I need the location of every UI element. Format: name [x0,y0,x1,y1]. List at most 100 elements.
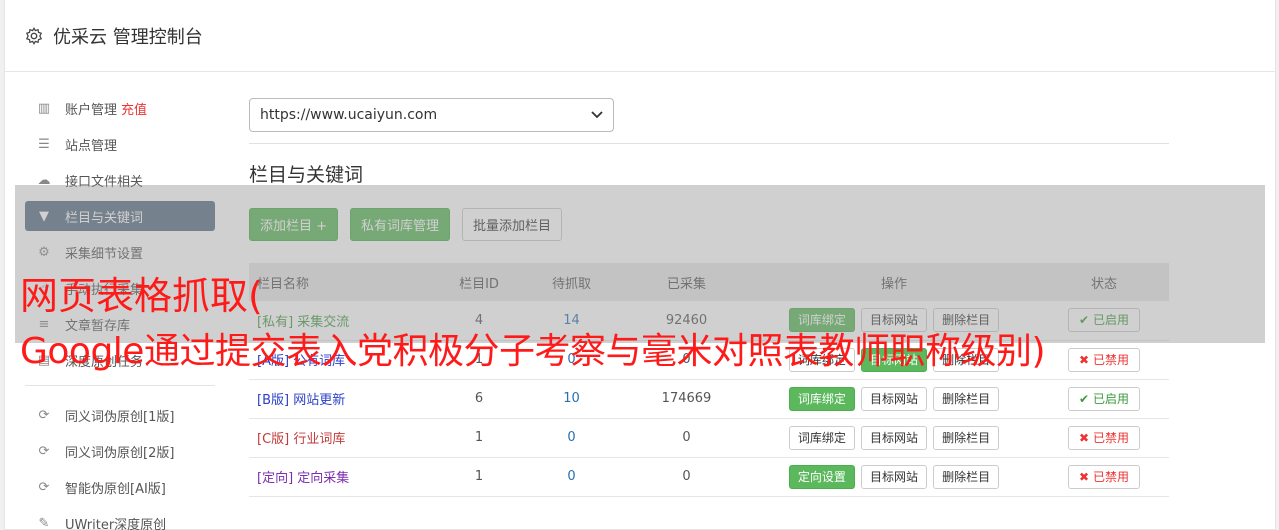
sidebar-item-label: 手动执行采集 [65,282,144,298]
site-select-value: https://www.ucaiyun.com [260,107,438,123]
refresh-icon: ⟳ [38,407,50,423]
pending-count[interactable]: 0 [519,418,624,458]
delete-column-button[interactable]: 删除栏目 [933,386,1000,411]
gear-icon [25,26,43,45]
status-toggle[interactable]: ✖ 已禁用 [1068,347,1140,372]
console-window: 优采云 管理控制台 ▥ 账户管理 充值 ☰ 站点管理 ☁ 接口文件相关 ▼ 栏目… [4,0,1276,530]
sidebar-item-account[interactable]: ▥ 账户管理 充值 [25,93,215,123]
status-toggle[interactable]: ✖ 已禁用 [1068,425,1140,450]
status-label: 已启用 [1092,313,1129,328]
sidebar-item-label: 账户管理 [65,102,118,118]
collected-count: 92460 [624,301,749,341]
sidebar-item-synonym-2[interactable]: ⟳ 同义词伪原创[2版] [25,436,215,466]
sidebar-item-article-store[interactable]: ≡ 文章暂存库 [25,309,215,339]
status-toggle[interactable]: ✔ 已启用 [1068,386,1140,411]
status-label: 已禁用 [1092,352,1129,367]
divider [249,143,1169,144]
sidebar-item-deep-original[interactable]: ▤ 深度原创任务 [25,345,215,375]
ops-cell: 词库绑定 目标网站 删除栏目 [749,418,1039,458]
column-name-link[interactable]: [B版] 网站更新 [249,379,439,419]
delete-column-button[interactable]: 删除栏目 [933,425,1000,450]
check-icon: ✔ [1079,391,1090,406]
private-lib-button[interactable]: 私有词库管理 [350,208,451,241]
collected-count: 0 [624,457,749,497]
status-cell: ✔ 已启用 [1039,301,1169,341]
sidebar-item-label: 同义词伪原创[1版] [65,409,175,425]
target-site-button[interactable]: 目标网站 [860,308,927,333]
sidebar-item-label: 深度原创任务 [65,354,144,370]
col-header-collected: 已采集 [624,263,749,301]
close-icon: ✖ [1079,352,1090,367]
pending-count[interactable]: 0 [519,457,624,497]
table-row: [A版] 公有词库 1 0 0 词库绑定 目标网站 删除栏目 ✖ 已禁用 [249,340,1169,380]
sidebar: ▥ 账户管理 充值 ☰ 站点管理 ☁ 接口文件相关 ▼ 栏目与关键词 ⚙ 采集细… [25,93,215,530]
page-title: 栏目与关键词 [249,164,364,186]
bind-lib-button[interactable]: 词库绑定 [788,347,855,372]
column-id: 6 [439,379,519,419]
target-site-button[interactable]: 目标网站 [860,425,927,450]
status-toggle[interactable]: ✔ 已启用 [1068,308,1140,333]
column-id: 1 [439,340,519,380]
sidebar-item-label: UWriter深度原创 [65,517,167,530]
sidebar-item-label: 智能伪原创[AI版] [65,481,166,497]
column-id: 1 [439,418,519,458]
status-cell: ✖ 已禁用 [1039,340,1169,380]
directed-settings-button[interactable]: 定向设置 [788,464,855,489]
sidebar-item-label: 接口文件相关 [65,174,144,190]
col-header-pending: 待抓取 [519,263,624,301]
sidebar-item-uwriter[interactable]: ✎ UWriter深度原创 [25,508,215,530]
sidebar-item-sites[interactable]: ☰ 站点管理 [25,129,215,159]
delete-column-button[interactable]: 删除栏目 [933,464,1000,489]
recharge-link[interactable]: 充值 [121,99,147,118]
bind-lib-button[interactable]: 词库绑定 [788,425,855,450]
status-cell: ✔ 已启用 [1039,379,1169,419]
close-icon: ✖ [1079,469,1090,484]
sidebar-item-synonym-1[interactable]: ⟳ 同义词伪原创[1版] [25,400,215,430]
main-content: https://www.ucaiyun.com 栏目与关键词 添加栏目 + 私有… [249,98,1169,497]
bind-lib-button[interactable]: 词库绑定 [788,308,855,333]
table-row: [B版] 网站更新 6 10 174669 词库绑定 目标网站 删除栏目 ✔ 已… [249,379,1169,419]
sidebar-item-label: 站点管理 [65,138,118,154]
col-header-name: 栏目名称 [249,263,439,301]
column-name-link[interactable]: [C版] 行业词库 [249,418,439,458]
pending-count[interactable]: 14 [519,301,624,341]
ops-cell: 词库绑定 目标网站 删除栏目 [749,340,1039,380]
pending-count[interactable]: 0 [519,340,624,380]
status-toggle[interactable]: ✖ 已禁用 [1068,464,1140,489]
sidebar-item-manual-collect[interactable]: ☝ 手动执行采集 [25,273,215,303]
sidebar-item-interface[interactable]: ☁ 接口文件相关 [25,165,215,195]
columns-table: 栏目名称 栏目ID 待抓取 已采集 操作 状态 [私有] 采集交流 4 14 9… [249,263,1169,497]
col-header-status: 状态 [1039,263,1169,301]
status-label: 已禁用 [1092,469,1129,484]
column-name-link[interactable]: [定向] 定向采集 [249,457,439,497]
pending-count[interactable]: 10 [519,379,624,419]
target-site-button[interactable]: 目标网站 [860,464,927,489]
delete-column-button[interactable]: 删除栏目 [933,347,1000,372]
site-select[interactable]: https://www.ucaiyun.com [249,98,614,132]
bar-chart-icon: ▥ [37,100,51,116]
target-site-button[interactable]: 目标网站 [860,347,927,372]
cogs-icon: ⚙ [38,244,50,260]
header-bar: 优采云 管理控制台 [5,0,1275,72]
sidebar-item-label: 栏目与关键词 [65,210,144,226]
delete-column-button[interactable]: 删除栏目 [933,308,1000,333]
toolbar: 添加栏目 + 私有词库管理 批量添加栏目 [249,208,1169,241]
column-name-link[interactable]: [私有] 采集交流 [249,301,439,341]
add-column-button[interactable]: 添加栏目 + [249,208,339,241]
batch-add-button[interactable]: 批量添加栏目 [462,208,563,241]
target-site-button[interactable]: 目标网站 [860,386,927,411]
edit-icon: ✎ [38,515,50,530]
col-header-ops: 操作 [749,263,1039,301]
sidebar-item-collect-settings[interactable]: ⚙ 采集细节设置 [25,237,215,267]
list-icon: ▤ [37,352,51,368]
app-title: 优采云 管理控制台 [53,26,203,48]
bind-lib-button[interactable]: 词库绑定 [788,386,855,411]
sidebar-item-columns[interactable]: ▼ 栏目与关键词 [25,201,215,231]
column-id: 1 [439,457,519,497]
table-row: [私有] 采集交流 4 14 92460 词库绑定 目标网站 删除栏目 ✔ 已启… [249,301,1169,341]
refresh-icon: ⟳ [38,479,50,495]
column-name-link[interactable]: [A版] 公有词库 [249,340,439,380]
sidebar-item-ai[interactable]: ⟳ 智能伪原创[AI版] [25,472,215,502]
col-header-id: 栏目ID [439,263,519,301]
hand-icon: ☝ [40,280,48,296]
